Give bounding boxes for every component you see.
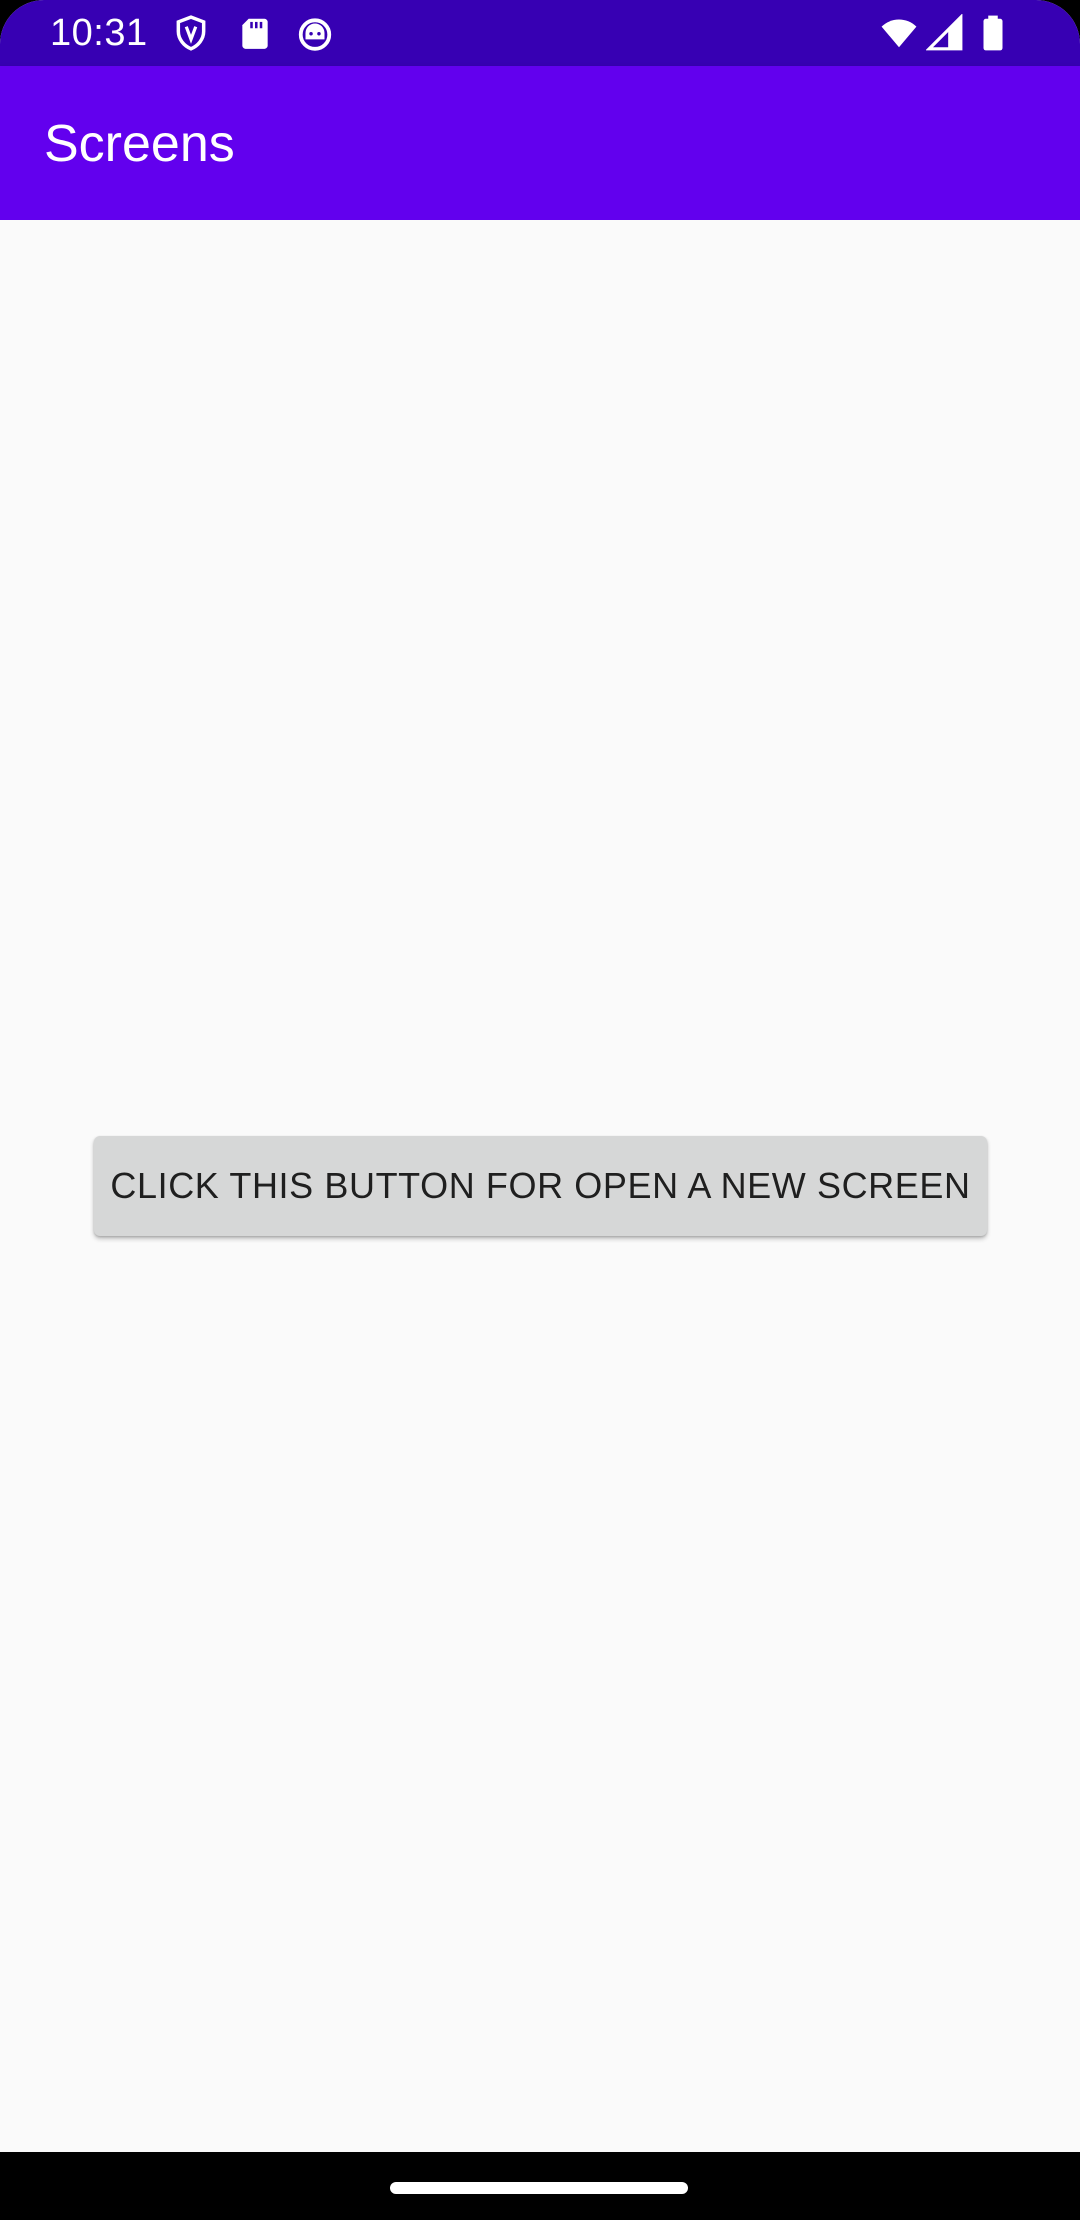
sd-card-icon bbox=[236, 14, 274, 52]
app-title: Screens bbox=[44, 115, 235, 173]
app-screen: 10:31 Screens CLICK THIS BUTTON FOR OPEN… bbox=[0, 0, 1080, 2220]
main-content: CLICK THIS BUTTON FOR OPEN A NEW SCREEN bbox=[0, 220, 1080, 2152]
android-debug-icon bbox=[296, 14, 334, 52]
shield-icon bbox=[172, 14, 210, 52]
home-gesture-pill[interactable] bbox=[390, 2182, 688, 2194]
battery-icon bbox=[974, 14, 1012, 52]
status-bar: 10:31 bbox=[0, 0, 1080, 66]
wifi-icon bbox=[880, 14, 918, 52]
status-time: 10:31 bbox=[50, 12, 148, 54]
app-bar: Screens bbox=[0, 66, 1080, 220]
open-new-screen-button[interactable]: CLICK THIS BUTTON FOR OPEN A NEW SCREEN bbox=[94, 1136, 987, 1236]
cell-signal-icon bbox=[926, 14, 964, 52]
